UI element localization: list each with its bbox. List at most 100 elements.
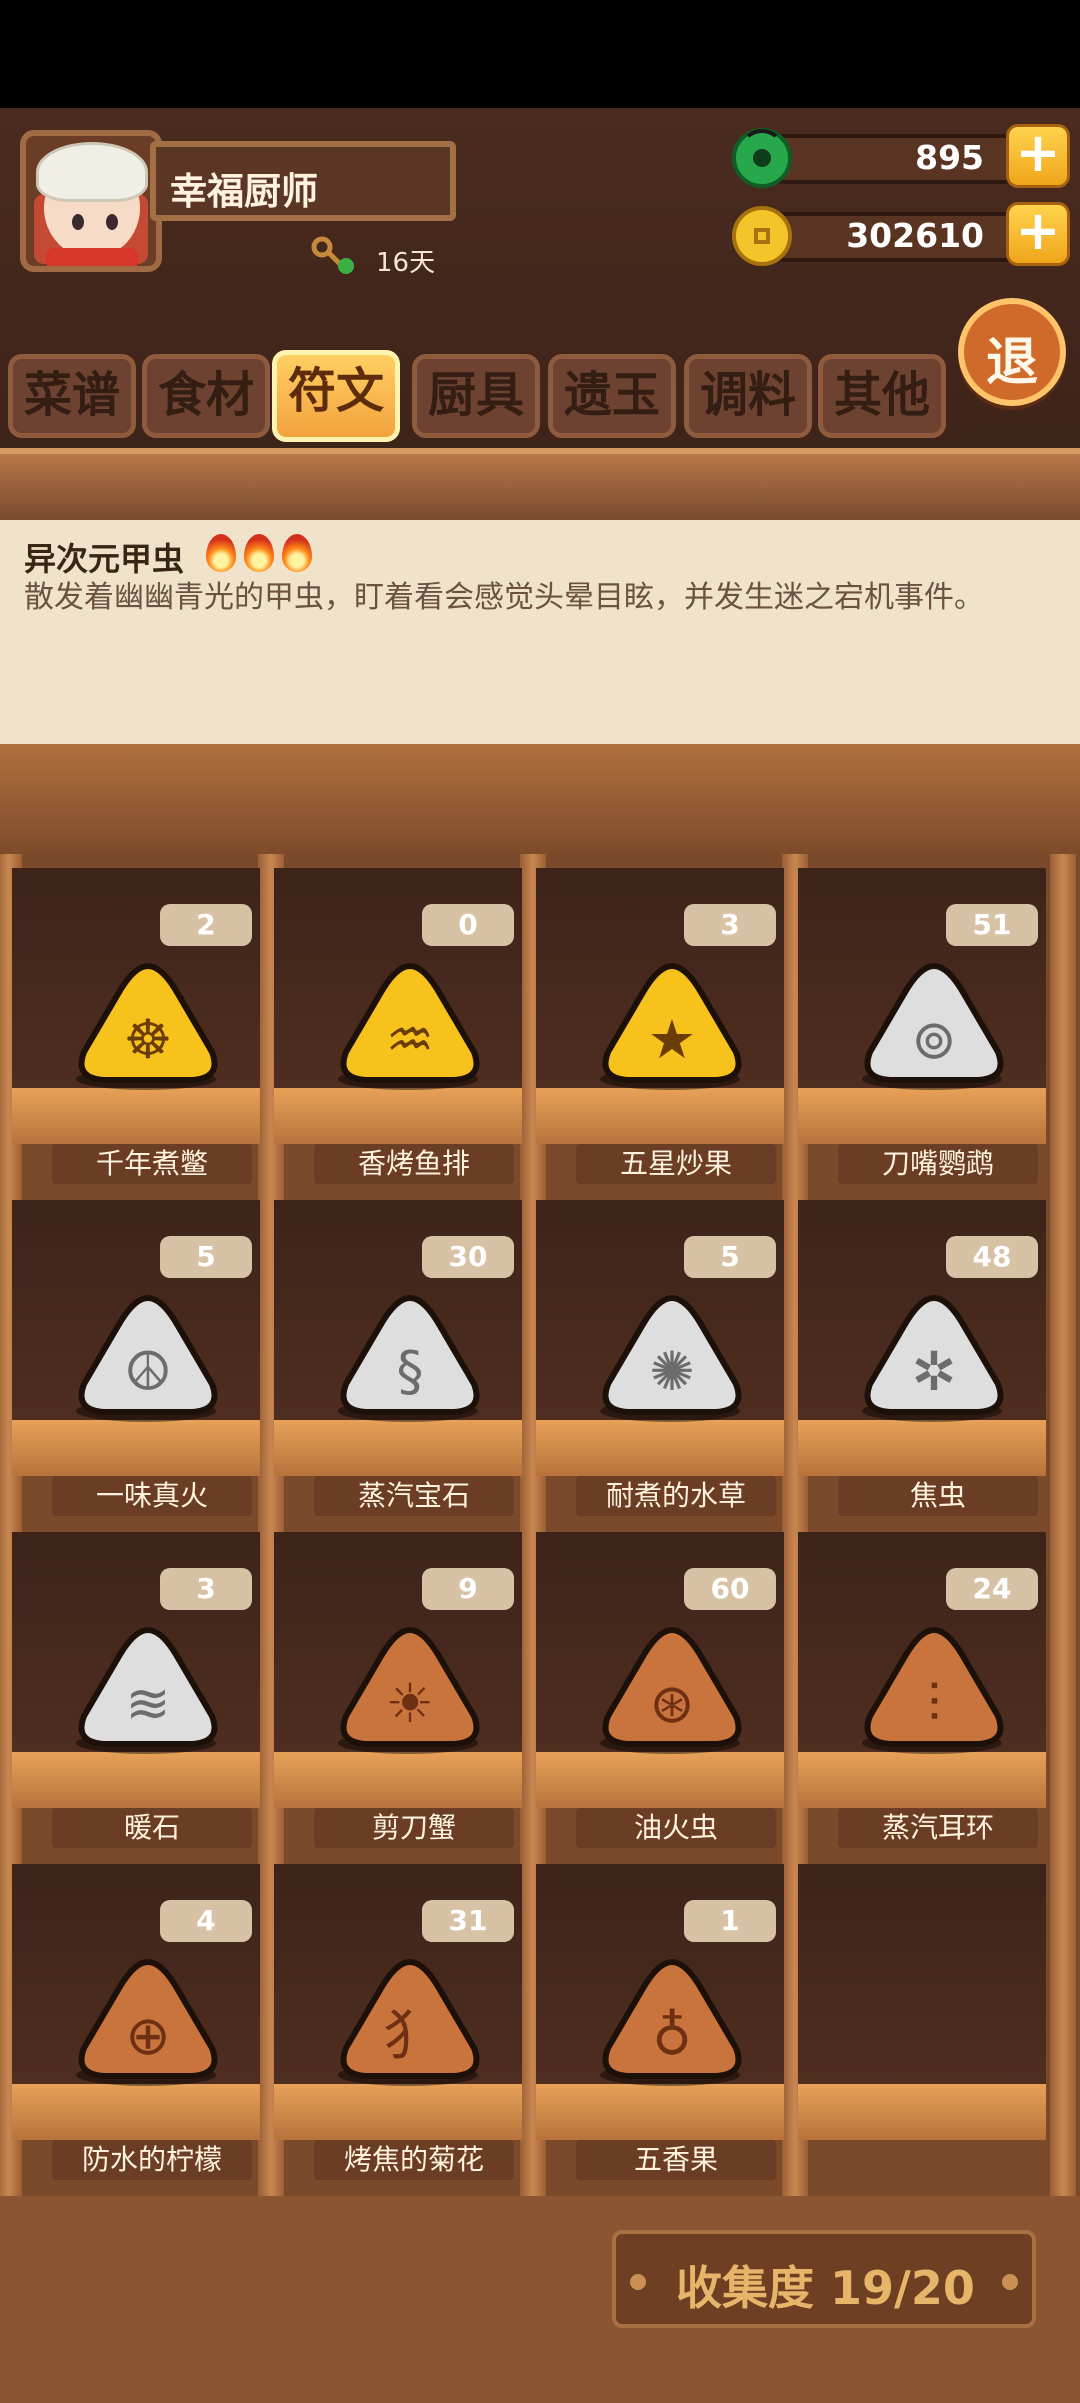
rune-count-badge: 2 <box>160 904 252 946</box>
svg-text:✺: ✺ <box>649 1340 694 1403</box>
exit-label: 退 <box>985 333 1038 393</box>
add-jade-button[interactable]: + <box>1006 124 1070 188</box>
shelf-post <box>1050 854 1076 2224</box>
rune-name-label: 暖石 <box>52 1808 252 1848</box>
rune-stone-icon: ✲ <box>864 1294 1004 1415</box>
rune-name-label: 一味真火 <box>52 1476 252 1516</box>
empty-rune-slot <box>798 1864 1046 2184</box>
rune-count-badge: 5 <box>160 1236 252 1278</box>
avatar-eye <box>106 214 118 230</box>
rune-name-label: 烤焦的菊花 <box>314 2140 514 2180</box>
svg-text:犭: 犭 <box>383 2004 437 2067</box>
tab-5[interactable]: 调料 <box>684 354 812 438</box>
rune-stone-icon: 犭 <box>340 1958 480 2079</box>
rune-name-label: 香烤鱼排 <box>314 1144 514 1184</box>
rune-name-label: 刀嘴鹦鹉 <box>838 1144 1038 1184</box>
rune-count-badge: 30 <box>422 1236 514 1278</box>
rune-stone-icon: ♁ <box>602 1958 742 2079</box>
slot-ledge <box>12 1752 260 1808</box>
rune-count-badge: 0 <box>422 904 514 946</box>
rune-count-badge: 3 <box>160 1568 252 1610</box>
rune-stone-icon: ☀ <box>340 1626 480 1747</box>
tab-3[interactable]: 厨具 <box>412 354 540 438</box>
rune-slot[interactable]: ✲ 48 焦虫 <box>798 1200 1046 1520</box>
tab-1[interactable]: 食材 <box>142 354 270 438</box>
coin-counter: 302610 + <box>730 202 1070 266</box>
add-coins-button[interactable]: + <box>1006 202 1070 266</box>
slot-ledge <box>798 1088 1046 1144</box>
svg-text:♒: ♒ <box>386 1008 434 1071</box>
rune-stone-icon: ☮ <box>78 1294 218 1415</box>
rune-shelf: ☸ 2 千年煮鳖 ♒ 0 香烤鱼排 ★ 3 五星炒果 ⊚ 51 刀嘴鹦鹉 ☮ 5 一味真火 § 30 蒸汽宝石 ✺ 5… <box>0 744 1080 2224</box>
svg-text:⊕: ⊕ <box>125 2004 170 2067</box>
rune-slot[interactable]: ⫶ 24 蒸汽耳环 <box>798 1532 1046 1852</box>
rune-slot[interactable]: ✺ 5 耐煮的水草 <box>536 1200 784 1520</box>
rune-slot[interactable]: ♁ 1 五香果 <box>536 1864 784 2184</box>
rune-stone-icon: ⊚ <box>864 962 1004 1083</box>
rune-stone-icon: ✺ <box>602 1294 742 1415</box>
rune-count-badge: 31 <box>422 1900 514 1942</box>
avatar[interactable] <box>20 130 162 272</box>
rune-slot[interactable]: § 30 蒸汽宝石 <box>274 1200 522 1520</box>
status-bar <box>0 0 1080 108</box>
tab-6[interactable]: 其他 <box>818 354 946 438</box>
rune-name-label: 油火虫 <box>576 1808 776 1848</box>
coin-icon <box>732 206 792 266</box>
rune-count-badge: 9 <box>422 1568 514 1610</box>
avatar-eye <box>72 214 84 230</box>
rune-slot[interactable]: ⊚ 51 刀嘴鹦鹉 <box>798 868 1046 1188</box>
rune-slot[interactable]: ☸ 2 千年煮鳖 <box>12 868 260 1188</box>
rune-slot[interactable]: ⊛ 60 油火虫 <box>536 1532 784 1852</box>
rune-stone-icon: § <box>340 1294 480 1415</box>
tab-4[interactable]: 遗玉 <box>548 354 676 438</box>
rune-stone-icon: ☸ <box>78 962 218 1083</box>
jade-value: 895 <box>915 138 984 177</box>
svg-text:≋: ≋ <box>125 1672 170 1735</box>
svg-text:⊛: ⊛ <box>649 1672 694 1735</box>
rune-name-label: 防水的柠檬 <box>52 2140 252 2180</box>
rune-slot[interactable]: ★ 3 五星炒果 <box>536 868 784 1188</box>
jade-counter: 895 + <box>730 124 1070 188</box>
rune-name-label: 五香果 <box>576 2140 776 2180</box>
rune-name-label: 蒸汽宝石 <box>314 1476 514 1516</box>
rune-count-badge: 48 <box>946 1236 1038 1278</box>
flame-icon <box>282 534 312 572</box>
slot-back <box>798 1864 1046 2084</box>
player-name: 幸福厨师 <box>170 170 318 213</box>
jade-bar <box>760 134 1030 184</box>
slot-ledge <box>274 2084 522 2140</box>
rune-slot[interactable]: ⊕ 4 防水的柠檬 <box>12 1864 260 2184</box>
svg-text:★: ★ <box>648 1008 696 1071</box>
rune-stone-icon: ≋ <box>78 1626 218 1747</box>
slot-ledge <box>12 1420 260 1476</box>
shelf-beam <box>0 744 1080 854</box>
exit-button[interactable]: 退 <box>958 298 1066 406</box>
svg-text:§: § <box>397 1340 424 1403</box>
tab-2[interactable]: 符文 <box>272 350 400 442</box>
key-icon <box>311 236 354 274</box>
rune-stone-icon: ★ <box>602 962 742 1083</box>
tab-0[interactable]: 菜谱 <box>8 354 136 438</box>
shelf-top <box>0 448 1080 520</box>
rune-count-badge: 3 <box>684 904 776 946</box>
rune-name-label: 蒸汽耳环 <box>838 1808 1038 1848</box>
rune-slot[interactable]: ♒ 0 香烤鱼排 <box>274 868 522 1188</box>
rune-count-badge: 24 <box>946 1568 1038 1610</box>
slot-ledge <box>274 1752 522 1808</box>
slot-ledge <box>536 1752 784 1808</box>
slot-ledge <box>798 1752 1046 1808</box>
collection-progress: 收集度 19/20 <box>612 2230 1036 2328</box>
coin-value: 302610 <box>846 216 984 255</box>
svg-text:☮: ☮ <box>124 1340 172 1403</box>
rune-slot[interactable]: ≋ 3 暖石 <box>12 1532 260 1852</box>
rune-slot[interactable]: ☮ 5 一味真火 <box>12 1200 260 1520</box>
svg-text:☀: ☀ <box>386 1672 434 1735</box>
rune-name-label: 千年煮鳖 <box>52 1144 252 1184</box>
chef-hat <box>36 142 148 202</box>
svg-text:⊚: ⊚ <box>911 1008 956 1071</box>
rune-slot[interactable]: 犭 31 烤焦的菊花 <box>274 1864 522 2184</box>
rune-count-badge: 4 <box>160 1900 252 1942</box>
rune-slot[interactable]: ☀ 9 剪刀蟹 <box>274 1532 522 1852</box>
slot-ledge <box>12 2084 260 2140</box>
svg-text:♁: ♁ <box>652 2004 692 2067</box>
